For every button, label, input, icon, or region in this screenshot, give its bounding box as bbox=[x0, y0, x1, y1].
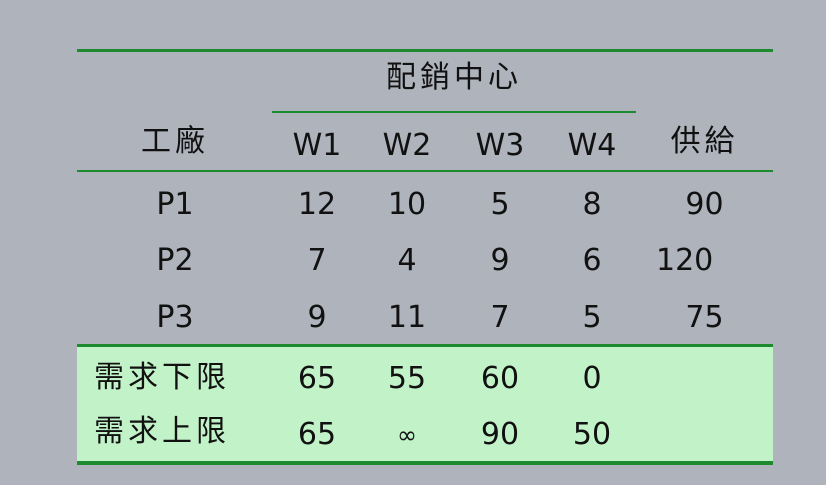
bottom-rule bbox=[77, 461, 773, 465]
cell-p3-w1: 9 bbox=[307, 300, 327, 335]
row-label-p1: P1 bbox=[156, 187, 194, 222]
cell-p2-w2: 4 bbox=[397, 243, 417, 278]
supply-header: 供給 bbox=[670, 124, 739, 159]
col-header-w1: W1 bbox=[292, 128, 342, 163]
col-header-w4: W4 bbox=[567, 128, 617, 163]
cell-p3-w2: 11 bbox=[387, 300, 427, 335]
demand-lower-w4: 0 bbox=[582, 361, 602, 396]
cell-p1-w2: 10 bbox=[387, 187, 427, 222]
demand-lower-w3: 60 bbox=[480, 361, 520, 396]
col-header-w2: W2 bbox=[382, 128, 432, 163]
demand-lower-w1: 65 bbox=[297, 361, 337, 396]
group-header: 配銷中心 bbox=[386, 60, 522, 95]
demand-upper-w1: 65 bbox=[297, 417, 337, 452]
cell-p1-w3: 5 bbox=[490, 187, 510, 222]
demand-upper-w2: ∞ bbox=[397, 421, 417, 449]
demand-upper-w3: 90 bbox=[480, 417, 520, 452]
demand-lower-w2: 55 bbox=[387, 361, 427, 396]
demand-upper-label: 需求上限 bbox=[94, 414, 230, 449]
cell-p1-w1: 12 bbox=[297, 187, 337, 222]
demand-top-rule bbox=[77, 344, 773, 347]
group-underline bbox=[272, 111, 636, 113]
demand-upper-w4: 50 bbox=[572, 417, 612, 452]
header-rule bbox=[77, 170, 773, 172]
cell-p3-w4: 5 bbox=[582, 300, 602, 335]
col-header-w3: W3 bbox=[475, 128, 525, 163]
top-rule bbox=[77, 49, 773, 52]
row-label-p3: P3 bbox=[156, 300, 194, 335]
cell-p2-w3: 9 bbox=[490, 243, 510, 278]
cell-p2-w1: 7 bbox=[307, 243, 327, 278]
supply-p2: 120 bbox=[656, 243, 714, 278]
supply-p3: 75 bbox=[685, 300, 724, 335]
cell-p2-w4: 6 bbox=[582, 243, 602, 278]
supply-p1: 90 bbox=[685, 187, 724, 222]
cell-p1-w4: 8 bbox=[582, 187, 602, 222]
cell-p3-w3: 7 bbox=[490, 300, 510, 335]
row-header: 工廠 bbox=[141, 124, 209, 159]
demand-lower-label: 需求下限 bbox=[94, 360, 230, 395]
row-label-p2: P2 bbox=[156, 243, 194, 278]
